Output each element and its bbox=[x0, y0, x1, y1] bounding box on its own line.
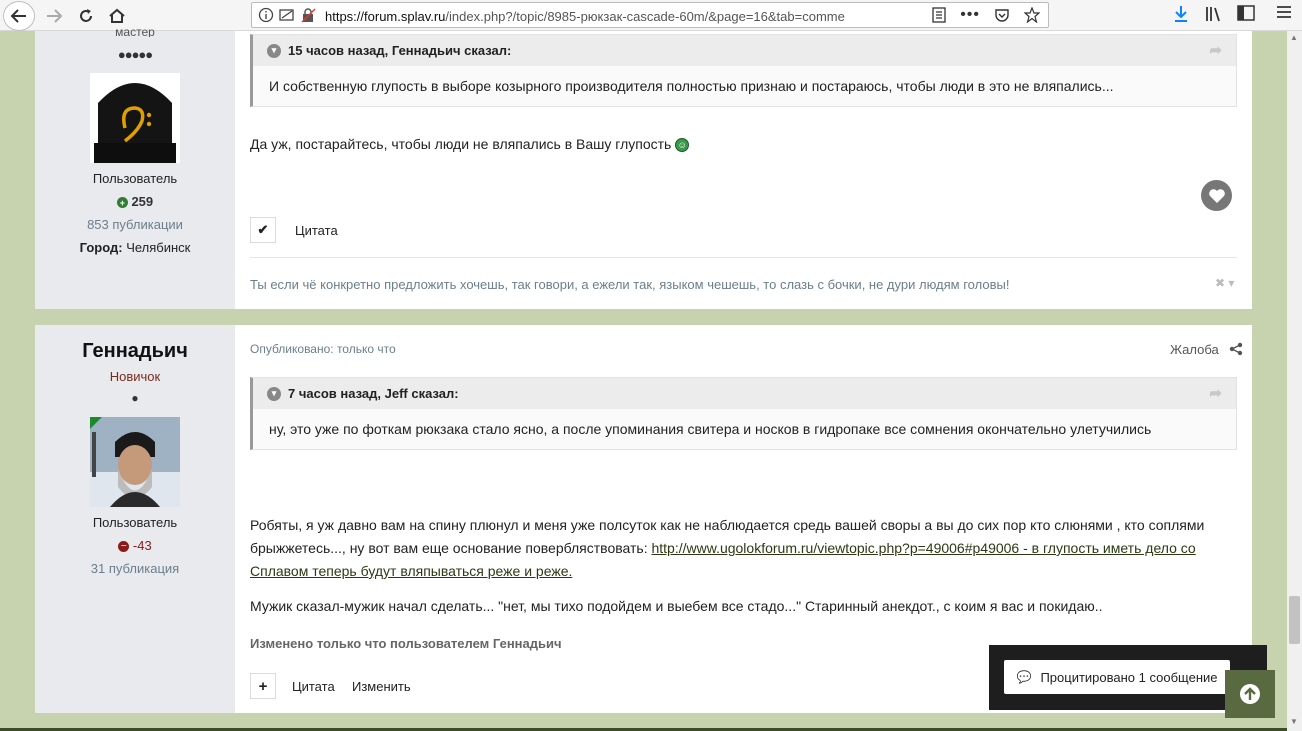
user-city: Город: Челябинск bbox=[35, 240, 235, 255]
quoted-messages-label: Процитировано 1 сообщение bbox=[1040, 669, 1218, 685]
url-actions: ••• bbox=[932, 6, 1040, 24]
reputation-badge: − -43 bbox=[35, 538, 235, 553]
library-icon bbox=[1206, 7, 1220, 22]
quote-block: ▾ 15 часов назад, Геннадьич сказал: ➦ И … bbox=[250, 34, 1237, 107]
user-group: Пользователь bbox=[92, 171, 178, 186]
chevron-down-icon[interactable]: ▾ bbox=[267, 43, 281, 58]
post-text: Да уж, постарайтесь, чтобы люди не вляпа… bbox=[250, 136, 672, 152]
report-link[interactable]: Жалоба bbox=[1170, 342, 1219, 357]
multiquote-add-button[interactable]: + bbox=[250, 673, 276, 699]
divider bbox=[250, 257, 1237, 258]
chevron-down-icon[interactable]: ▾ bbox=[267, 386, 281, 401]
published-date[interactable]: Опубликовано: только что bbox=[250, 342, 396, 356]
author-rank: Новичок bbox=[109, 369, 161, 384]
quote-author: 15 часов назад, Геннадьич сказал: bbox=[288, 43, 512, 58]
menu-button[interactable] bbox=[1276, 5, 1292, 19]
post-paragraph-line: брыжжетесь..., ну вот вам еще основание … bbox=[250, 540, 652, 556]
checkmark-icon: ✔ bbox=[257, 222, 269, 237]
forum-post: мастер ●●●●● Пользователь + 259 853 публ… bbox=[35, 25, 1252, 309]
post-content: Робяты, я уж давно вам на спину плюнул и… bbox=[250, 514, 1240, 583]
posts-count: 31 публикация bbox=[90, 561, 180, 576]
download-icon bbox=[1175, 6, 1187, 22]
post-content: Да уж, постарайтесь, чтобы люди не вляпа… bbox=[250, 133, 690, 156]
plus-circle-icon: + bbox=[116, 197, 128, 209]
share-icon bbox=[1229, 342, 1243, 356]
author-rank: мастер bbox=[115, 25, 155, 37]
city-label: Город: bbox=[79, 240, 123, 255]
share-arrow-icon[interactable]: ➦ bbox=[1209, 384, 1222, 402]
site-identity[interactable] bbox=[258, 7, 316, 23]
url-host: https://forum.splav.ru bbox=[325, 9, 446, 24]
quote-link[interactable]: Цитата bbox=[292, 679, 335, 694]
external-link[interactable]: http://www.ugolokforum.ru/viewtopic.php?… bbox=[651, 540, 1195, 556]
sidebar-button[interactable] bbox=[1237, 5, 1255, 21]
scroll-to-top-button[interactable] bbox=[1225, 670, 1275, 718]
info-icon[interactable] bbox=[258, 7, 274, 23]
bookmark-star-icon[interactable] bbox=[1024, 7, 1040, 23]
sidebar-icon bbox=[1237, 5, 1255, 21]
edit-link[interactable]: Изменить bbox=[352, 679, 411, 694]
url-path: /index.php?/topic/8985-рюкзак-cascade-60… bbox=[445, 9, 845, 24]
city-value: Челябинск bbox=[126, 240, 191, 255]
home-icon bbox=[109, 8, 125, 23]
address-bar[interactable]: https://forum.splav.ru/index.php?/topic/… bbox=[251, 2, 1049, 28]
scroll-down-arrow-icon[interactable]: ▼ bbox=[1290, 717, 1298, 726]
reload-icon bbox=[80, 9, 92, 22]
close-signature-icon[interactable]: ✖ ▾ bbox=[1215, 276, 1234, 290]
signature: Ты если чё конкретно предложить хочешь, … bbox=[250, 277, 1010, 292]
reputation-badge: + 259 bbox=[35, 194, 235, 209]
arrow-up-circle-icon bbox=[1240, 684, 1260, 704]
comments-icon: 💬 bbox=[1016, 670, 1032, 684]
quote-text: ну, это уже по фоткам рюкзака стало ясно… bbox=[269, 421, 1152, 437]
post-paragraph-line: Робяты, я уж давно вам на спину плюнул и… bbox=[250, 517, 1205, 533]
external-link[interactable]: Сплавом теперь будут вляпываться реже и … bbox=[250, 563, 572, 579]
quote-text: И собственную глупость в выборе козырног… bbox=[269, 78, 1114, 94]
back-button[interactable] bbox=[3, 1, 35, 31]
laughing-emoji-icon: ☺ bbox=[675, 138, 690, 153]
pocket-icon[interactable] bbox=[994, 7, 1010, 23]
permissions-icon[interactable] bbox=[279, 7, 295, 23]
quote-header: ▾ 7 часов назад, Jeff сказал: ➦ bbox=[253, 378, 1236, 409]
quote-header: ▾ 15 часов назад, Геннадьич сказал: ➦ bbox=[253, 35, 1236, 66]
share-arrow-icon[interactable]: ➦ bbox=[1209, 41, 1222, 59]
quote-block: ▾ 7 часов назад, Jeff сказал: ➦ ну, это … bbox=[250, 377, 1237, 450]
minus-circle-icon: − bbox=[118, 541, 130, 553]
quote-author: 7 часов назад, Jeff сказал: bbox=[288, 386, 459, 401]
downloads-button[interactable] bbox=[1173, 5, 1189, 23]
heart-icon bbox=[1208, 188, 1225, 203]
insecure-lock-icon[interactable] bbox=[300, 7, 316, 23]
like-button[interactable] bbox=[1201, 180, 1232, 211]
page-actions-icon[interactable]: ••• bbox=[960, 6, 980, 24]
plus-icon: + bbox=[258, 677, 268, 695]
avatar[interactable] bbox=[90, 417, 180, 507]
page-scrollbar-thumb[interactable] bbox=[1289, 596, 1300, 644]
reputation-value: -43 bbox=[132, 538, 152, 553]
scroll-up-arrow-icon[interactable]: ▲ bbox=[1290, 33, 1298, 42]
edited-note: Изменено только что пользователем Геннад… bbox=[250, 636, 562, 651]
url-text[interactable]: https://forum.splav.ru/index.php?/topic/… bbox=[325, 9, 895, 24]
library-button[interactable] bbox=[1205, 5, 1223, 23]
author-panel: мастер ●●●●● Пользователь + 259 853 публ… bbox=[35, 25, 235, 309]
author-name[interactable]: Геннадьич bbox=[35, 340, 235, 363]
post-paragraph: Мужик сказал-мужик начал сделать... "нет… bbox=[250, 598, 1103, 614]
user-photo-avatar-image bbox=[90, 417, 180, 507]
forward-arrow-icon bbox=[47, 9, 63, 23]
quoted-messages-button[interactable]: 💬 Процитировано 1 сообщение bbox=[1004, 660, 1230, 694]
beanie-avatar-image bbox=[90, 73, 180, 163]
rank-dots: ● bbox=[131, 391, 139, 405]
user-group: Пользователь bbox=[92, 515, 178, 530]
posts-count: 853 публикации bbox=[87, 217, 183, 232]
avatar[interactable] bbox=[90, 73, 180, 163]
reader-view-icon[interactable] bbox=[932, 7, 946, 23]
reputation-value: 259 bbox=[131, 194, 154, 209]
back-arrow-icon bbox=[10, 9, 26, 23]
share-post-button[interactable] bbox=[1229, 342, 1243, 359]
quote-link[interactable]: Цитата bbox=[295, 223, 338, 238]
author-panel: Геннадьич Новичок ● Пользователь − -43 3… bbox=[35, 325, 235, 713]
hamburger-icon bbox=[1277, 6, 1291, 18]
rank-dots: ●●●●● bbox=[117, 47, 153, 62]
multiquote-check-button[interactable]: ✔ bbox=[250, 217, 276, 243]
